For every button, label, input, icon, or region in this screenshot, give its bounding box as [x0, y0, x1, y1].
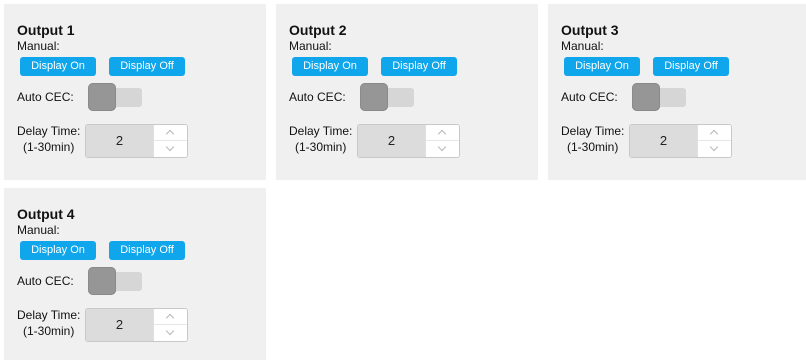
output-card-3: Output 3 Manual: Display On Display Off … [548, 4, 806, 180]
toggle-knob[interactable] [360, 83, 388, 111]
auto-cec-label: Auto CEC: [289, 90, 346, 104]
output-title: Output 4 [17, 206, 75, 222]
auto-cec-toggle[interactable] [358, 83, 414, 111]
delay-time-input[interactable] [358, 125, 425, 157]
manual-label: Manual: [17, 223, 60, 237]
delay-time-label: Delay Time: (1-30min) [17, 123, 80, 155]
output-title: Output 2 [289, 22, 347, 38]
output-title: Output 3 [561, 22, 619, 38]
delay-increment-button[interactable] [153, 309, 187, 325]
chevron-down-icon [437, 142, 447, 152]
delay-time-range-label: (1-30min) [23, 324, 75, 338]
delay-time-label: Delay Time: (1-30min) [289, 123, 352, 155]
display-on-button[interactable]: Display On [292, 57, 368, 76]
auto-cec-label: Auto CEC: [561, 90, 618, 104]
display-on-button[interactable]: Display On [20, 57, 96, 76]
auto-cec-label: Auto CEC: [17, 274, 74, 288]
auto-cec-toggle[interactable] [630, 83, 686, 111]
display-off-button[interactable]: Display Off [653, 57, 729, 76]
output-card-4: Output 4 Manual: Display On Display Off … [4, 188, 266, 360]
manual-label: Manual: [289, 39, 332, 53]
manual-label: Manual: [561, 39, 604, 53]
delay-time-label: Delay Time: (1-30min) [17, 307, 80, 339]
delay-time-label: Delay Time: (1-30min) [561, 123, 624, 155]
delay-time-label-line1: Delay Time: [17, 124, 81, 138]
delay-decrement-button[interactable] [153, 141, 187, 157]
delay-time-stepper [85, 124, 188, 158]
auto-cec-label: Auto CEC: [17, 90, 74, 104]
output-cards-panel: Output 1 Manual: Display On Display Off … [0, 0, 806, 360]
delay-time-range-label: (1-30min) [23, 140, 75, 154]
delay-time-range-label: (1-30min) [567, 140, 619, 154]
delay-time-input[interactable] [86, 309, 153, 341]
toggle-knob[interactable] [632, 83, 660, 111]
output-card-2: Output 2 Manual: Display On Display Off … [276, 4, 538, 180]
auto-cec-toggle[interactable] [86, 83, 142, 111]
toggle-knob[interactable] [88, 83, 116, 111]
delay-time-stepper [85, 308, 188, 342]
chevron-down-icon [709, 142, 719, 152]
manual-label: Manual: [17, 39, 60, 53]
delay-increment-button[interactable] [153, 125, 187, 141]
delay-time-input[interactable] [630, 125, 697, 157]
delay-time-input[interactable] [86, 125, 153, 157]
display-off-button[interactable]: Display Off [109, 241, 185, 260]
display-off-button[interactable]: Display Off [109, 57, 185, 76]
delay-time-label-line1: Delay Time: [561, 124, 625, 138]
delay-time-label-line1: Delay Time: [17, 308, 81, 322]
chevron-down-icon [165, 326, 175, 336]
delay-time-stepper [629, 124, 732, 158]
output-card-1: Output 1 Manual: Display On Display Off … [4, 4, 266, 180]
delay-increment-button[interactable] [425, 125, 459, 141]
auto-cec-toggle[interactable] [86, 267, 142, 295]
delay-decrement-button[interactable] [697, 141, 731, 157]
delay-time-range-label: (1-30min) [295, 140, 347, 154]
display-off-button[interactable]: Display Off [381, 57, 457, 76]
display-on-button[interactable]: Display On [564, 57, 640, 76]
output-title: Output 1 [17, 22, 75, 38]
delay-increment-button[interactable] [697, 125, 731, 141]
chevron-up-icon [437, 129, 447, 139]
chevron-down-icon [165, 142, 175, 152]
chevron-up-icon [709, 129, 719, 139]
delay-time-label-line1: Delay Time: [289, 124, 353, 138]
display-on-button[interactable]: Display On [20, 241, 96, 260]
toggle-knob[interactable] [88, 267, 116, 295]
delay-decrement-button[interactable] [425, 141, 459, 157]
delay-time-stepper [357, 124, 460, 158]
chevron-up-icon [165, 313, 175, 323]
chevron-up-icon [165, 129, 175, 139]
delay-decrement-button[interactable] [153, 325, 187, 341]
